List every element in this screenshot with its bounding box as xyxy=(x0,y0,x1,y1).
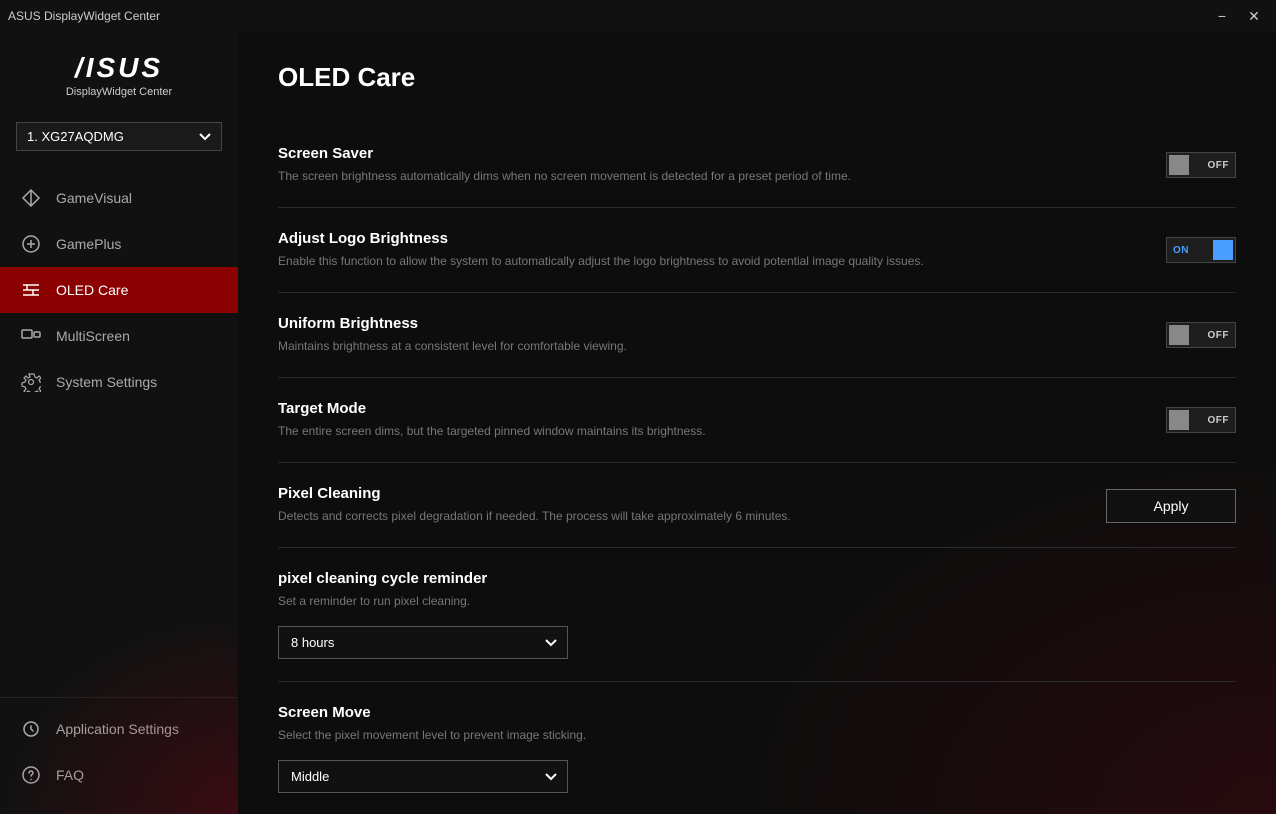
sidebar-item-gameplus[interactable]: GamePlus xyxy=(0,221,238,267)
gamevisual-icon xyxy=(20,187,42,209)
setting-row-screen-move: Screen Move Select the pixel movement le… xyxy=(278,682,1236,814)
monitor-select[interactable]: 1. XG27AQDMG xyxy=(16,122,222,151)
toggle-label-target-mode: OFF xyxy=(1208,415,1230,426)
setting-row-top-pixel-cycle: pixel cleaning cycle reminder Set a remi… xyxy=(278,570,1236,610)
setting-control-screen-saver: OFF xyxy=(1166,152,1236,178)
setting-info-adjust-logo: Adjust Logo Brightness Enable this funct… xyxy=(278,230,1166,270)
setting-desc-screen-move: Select the pixel movement level to preve… xyxy=(278,726,1206,744)
faq-icon xyxy=(20,764,42,786)
asus-logo: /ISUS xyxy=(75,52,163,84)
setting-desc-target-mode: The entire screen dims, but the targeted… xyxy=(278,422,1136,440)
title-bar-controls: − ✕ xyxy=(1208,6,1268,26)
sidebar-item-gamevisual[interactable]: GameVisual xyxy=(0,175,238,221)
toggle-screen-saver[interactable]: OFF xyxy=(1166,152,1236,178)
setting-control-target-mode: OFF xyxy=(1166,407,1236,433)
setting-row-target-mode: Target Mode The entire screen dims, but … xyxy=(278,378,1236,463)
title-bar-left: ASUS DisplayWidget Center xyxy=(8,9,160,23)
gameplus-icon xyxy=(20,233,42,255)
toggle-adjust-logo[interactable]: ON xyxy=(1166,237,1236,263)
sidebar-item-label-gameplus: GamePlus xyxy=(56,236,121,252)
setting-info-screen-saver: Screen Saver The screen brightness autom… xyxy=(278,145,1166,185)
setting-row-adjust-logo: Adjust Logo Brightness Enable this funct… xyxy=(278,208,1236,293)
toggle-label-uniform-brightness: OFF xyxy=(1208,330,1230,341)
toggle-uniform-brightness[interactable]: OFF xyxy=(1166,322,1236,348)
logo-area: /ISUS DisplayWidget Center xyxy=(0,32,238,114)
setting-title-adjust-logo: Adjust Logo Brightness xyxy=(278,230,1136,247)
screen-move-select[interactable]: Low Middle High Off xyxy=(278,760,568,793)
setting-title-screen-saver: Screen Saver xyxy=(278,145,1136,162)
multiscreen-icon xyxy=(20,325,42,347)
sidebar-item-faq[interactable]: FAQ xyxy=(0,752,238,798)
setting-desc-pixel-cycle: Set a reminder to run pixel cleaning. xyxy=(278,592,1206,610)
setting-select-wrap-pixel-cycle: 4 hours 8 hours 12 hours 24 hours Off xyxy=(278,626,568,659)
setting-row-screen-saver: Screen Saver The screen brightness autom… xyxy=(278,123,1236,208)
setting-info-screen-move: Screen Move Select the pixel movement le… xyxy=(278,704,1236,744)
setting-desc-adjust-logo: Enable this function to allow the system… xyxy=(278,252,1136,270)
sidebar-item-label-multiscreen: MultiScreen xyxy=(56,328,130,344)
title-bar: ASUS DisplayWidget Center − ✕ xyxy=(0,0,1276,32)
nav-items: GameVisual GamePlus xyxy=(0,167,238,697)
sidebar-item-oledcare[interactable]: OLED Care xyxy=(0,267,238,313)
toggle-label-adjust-logo: ON xyxy=(1173,245,1189,256)
sidebar-bottom: Application Settings FAQ xyxy=(0,697,238,814)
toggle-knob-target-mode xyxy=(1169,410,1189,430)
toggle-knob-uniform-brightness xyxy=(1169,325,1189,345)
page-title: OLED Care xyxy=(278,62,1236,93)
setting-info-uniform-brightness: Uniform Brightness Maintains brightness … xyxy=(278,315,1166,355)
setting-row-top-screen-move: Screen Move Select the pixel movement le… xyxy=(278,704,1236,744)
systemsettings-icon xyxy=(20,371,42,393)
sidebar-item-appsettings[interactable]: Application Settings xyxy=(0,706,238,752)
appsettings-icon xyxy=(20,718,42,740)
sidebar-item-label-faq: FAQ xyxy=(56,767,84,783)
oledcare-icon xyxy=(20,279,42,301)
monitor-select-wrap: 1. XG27AQDMG xyxy=(0,114,238,167)
sidebar-item-label-gamevisual: GameVisual xyxy=(56,190,132,206)
setting-info-target-mode: Target Mode The entire screen dims, but … xyxy=(278,400,1166,440)
setting-row-pixel-cycle: pixel cleaning cycle reminder Set a remi… xyxy=(278,548,1236,682)
sidebar-item-systemsettings[interactable]: System Settings xyxy=(0,359,238,405)
logo-subtitle: DisplayWidget Center xyxy=(66,86,172,98)
setting-title-pixel-cycle: pixel cleaning cycle reminder xyxy=(278,570,1206,587)
sidebar-item-multiscreen[interactable]: MultiScreen xyxy=(0,313,238,359)
setting-title-target-mode: Target Mode xyxy=(278,400,1136,417)
apply-button[interactable]: Apply xyxy=(1106,489,1236,523)
setting-control-uniform-brightness: OFF xyxy=(1166,322,1236,348)
app-title: ASUS DisplayWidget Center xyxy=(8,9,160,23)
toggle-target-mode[interactable]: OFF xyxy=(1166,407,1236,433)
pixel-cycle-select[interactable]: 4 hours 8 hours 12 hours 24 hours Off xyxy=(278,626,568,659)
app-body: /ISUS DisplayWidget Center 1. XG27AQDMG … xyxy=(0,32,1276,814)
toggle-knob-screen-saver xyxy=(1169,155,1189,175)
main-content: OLED Care Screen Saver The screen bright… xyxy=(238,32,1276,814)
setting-row-uniform-brightness: Uniform Brightness Maintains brightness … xyxy=(278,293,1236,378)
sidebar-item-label-appsettings: Application Settings xyxy=(56,721,179,737)
setting-desc-uniform-brightness: Maintains brightness at a consistent lev… xyxy=(278,337,1136,355)
setting-desc-screen-saver: The screen brightness automatically dims… xyxy=(278,167,1136,185)
sidebar-item-label-systemsettings: System Settings xyxy=(56,374,157,390)
setting-title-screen-move: Screen Move xyxy=(278,704,1206,721)
setting-title-uniform-brightness: Uniform Brightness xyxy=(278,315,1136,332)
sidebar-item-label-oledcare: OLED Care xyxy=(56,282,128,298)
setting-title-pixel-cleaning: Pixel Cleaning xyxy=(278,485,1076,502)
toggle-knob-adjust-logo xyxy=(1213,240,1233,260)
setting-control-pixel-cleaning: Apply xyxy=(1106,485,1236,523)
setting-control-adjust-logo: ON xyxy=(1166,237,1236,263)
close-button[interactable]: ✕ xyxy=(1240,6,1268,26)
setting-select-wrap-screen-move: Low Middle High Off xyxy=(278,760,568,793)
sidebar: /ISUS DisplayWidget Center 1. XG27AQDMG … xyxy=(0,32,238,814)
setting-info-pixel-cleaning: Pixel Cleaning Detects and corrects pixe… xyxy=(278,485,1106,525)
setting-desc-pixel-cleaning: Detects and corrects pixel degradation i… xyxy=(278,507,1076,525)
setting-row-pixel-cleaning: Pixel Cleaning Detects and corrects pixe… xyxy=(278,463,1236,548)
minimize-button[interactable]: − xyxy=(1208,6,1236,26)
toggle-label-screen-saver: OFF xyxy=(1208,160,1230,171)
setting-info-pixel-cycle: pixel cleaning cycle reminder Set a remi… xyxy=(278,570,1236,610)
